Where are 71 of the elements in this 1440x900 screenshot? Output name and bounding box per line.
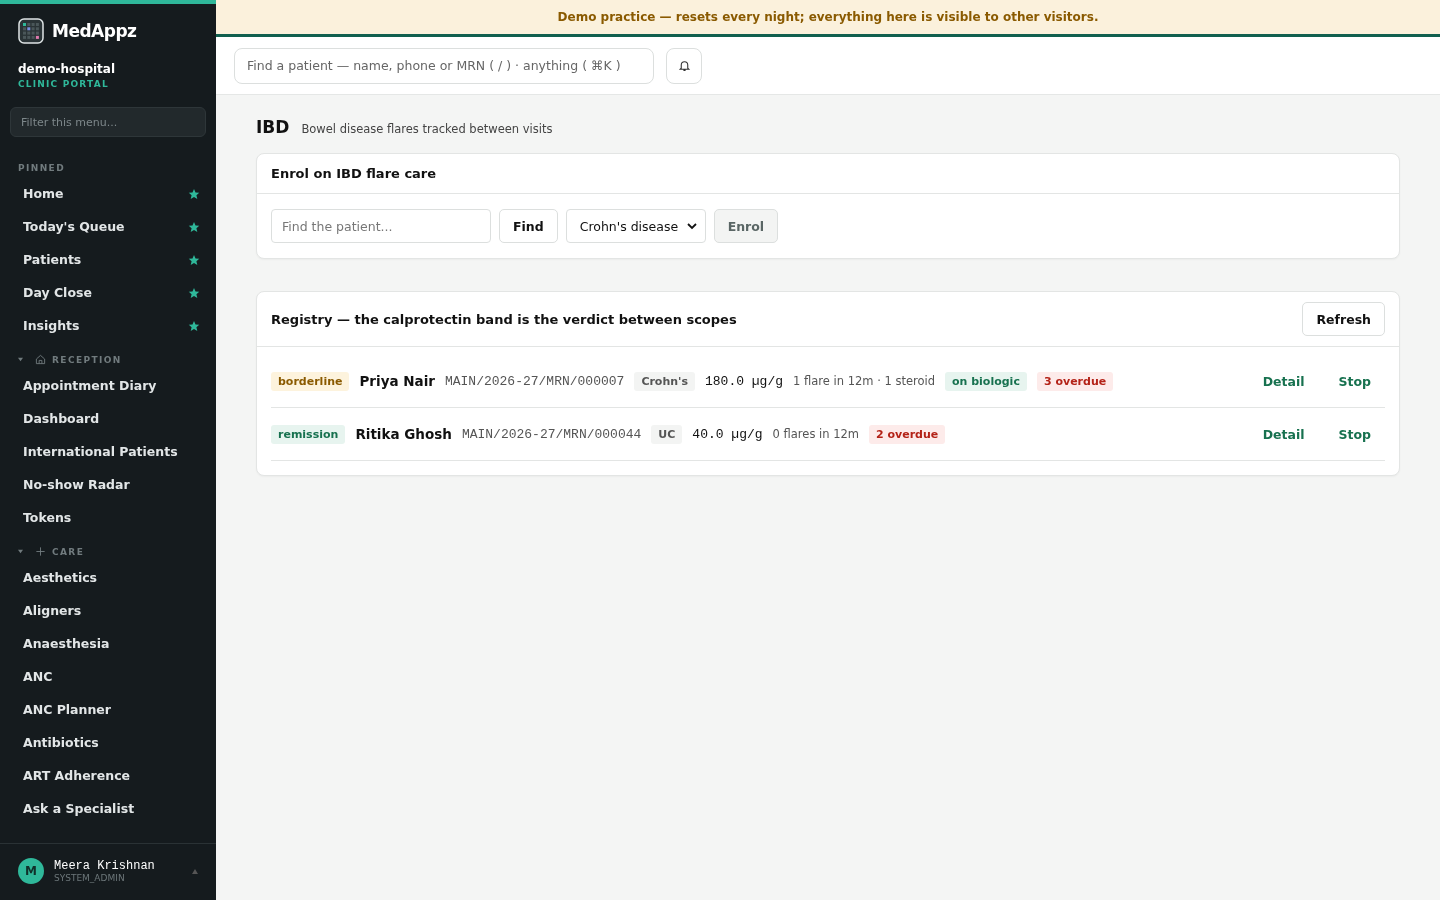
page-title: IBD <box>256 117 290 137</box>
portal-label: CLINIC PORTAL <box>17 78 110 89</box>
card-title: Registry — the calprotectin band is the verdict between scopes <box>271 311 737 327</box>
house-icon <box>35 354 46 365</box>
star-icon <box>188 187 200 200</box>
star-icon <box>188 220 200 233</box>
star-icon <box>188 319 200 332</box>
action-link[interactable]: Stop <box>1338 373 1371 389</box>
sidebar-item[interactable]: Patients <box>0 243 216 276</box>
sidebar-item[interactable]: No-show Radar <box>0 468 216 501</box>
user-role: SYSTEM_ADMIN <box>54 873 126 883</box>
brand-name: MedAppz <box>52 21 137 41</box>
disease-select[interactable]: Crohn's disease <box>565 209 706 243</box>
sidebar-item[interactable]: ART Adherence <box>0 759 216 792</box>
patient-field[interactable]: Find the patient... <box>271 209 491 243</box>
mrn-text: MAIN/2026-27/MRN/000007 <box>444 373 625 389</box>
sidebar-item[interactable]: Antibiotics <box>0 726 216 759</box>
logo-icon <box>18 18 44 44</box>
calprotectin-value: 40.0 µg/g <box>692 426 763 442</box>
action-link[interactable]: Detail <box>1262 373 1305 389</box>
status-tag: 2 overdue <box>869 424 946 444</box>
refresh-button[interactable]: Refresh <box>1302 302 1385 336</box>
sidebar-item[interactable]: International Patients <box>0 435 216 468</box>
calprotectin-value: 180.0 µg/g <box>705 373 784 389</box>
plus-icon <box>35 546 46 557</box>
band-tag: borderline <box>271 371 350 391</box>
star-icon <box>188 253 200 266</box>
card-title: Enrol on IBD flare care <box>271 166 437 181</box>
demo-banner: Demo practice — resets every night; everything here is visible to other visitors. <box>216 0 1440 37</box>
sidebar-item[interactable]: Day Close <box>0 276 216 309</box>
status-tag: 3 overdue <box>1036 371 1114 391</box>
star-icon <box>188 286 200 299</box>
page-subtitle: Bowel disease flares tracked between visits <box>301 122 553 136</box>
sidebar-item[interactable]: Today's Queue <box>0 210 216 243</box>
patient-name: Ritika Ghosh <box>355 426 452 442</box>
caret-icon[interactable] <box>18 357 23 362</box>
sidebar-item[interactable]: Anaesthesia <box>0 627 216 660</box>
band-tag: remission <box>271 424 346 444</box>
sidebar-item[interactable]: Insights <box>0 309 216 342</box>
action-link[interactable]: Detail <box>1262 426 1305 442</box>
menu-filter-field[interactable]: Filter this menu... <box>10 107 206 137</box>
mrn-text: MAIN/2026-27/MRN/000044 <box>461 426 642 442</box>
notifications-button[interactable] <box>666 47 702 84</box>
disease-tag: Crohn's <box>634 371 695 391</box>
sidebar-item[interactable]: Dashboard <box>0 402 216 435</box>
user-name: Meera Krishnan <box>54 859 156 873</box>
sidebar-item[interactable]: Aligners <box>0 594 216 627</box>
chevron-icon[interactable] <box>192 868 198 874</box>
sidebar-item[interactable]: Tokens <box>0 501 216 534</box>
search-field[interactable]: Find a patient — name, phone or MRN ( / ) · anything ( ⌘K ) <box>234 47 654 84</box>
org-name: demo-hospital <box>17 61 117 76</box>
flare-summary: 0 flares in 12m <box>772 427 859 441</box>
sidebar-item[interactable]: ANC Planner <box>0 693 216 726</box>
flare-summary: 1 flare in 12m · 1 steroid <box>793 374 935 388</box>
status-tag: on biologic <box>945 371 1027 391</box>
bell-icon <box>677 59 691 72</box>
sidebar-item[interactable]: Aesthetics <box>0 561 216 594</box>
section-heading: PINNED <box>18 163 66 173</box>
sidebar-item[interactable]: ANC <box>0 660 216 693</box>
section-heading: RECEPTION <box>52 354 122 365</box>
sidebar-item[interactable]: Ask a Specialist <box>0 792 216 825</box>
caret-icon[interactable] <box>18 549 23 554</box>
sidebar-item[interactable]: Appointment Diary <box>0 369 216 402</box>
find-button[interactable]: Find <box>499 209 558 243</box>
sidebar-item[interactable]: Home <box>0 177 216 210</box>
action-link[interactable]: Stop <box>1338 426 1371 442</box>
user-avatar[interactable]: M <box>18 858 44 884</box>
section-heading: CARE <box>52 546 85 557</box>
patient-name: Priya Nair <box>359 373 435 389</box>
chevron-icon <box>686 222 697 230</box>
disease-tag: UC <box>651 424 683 444</box>
